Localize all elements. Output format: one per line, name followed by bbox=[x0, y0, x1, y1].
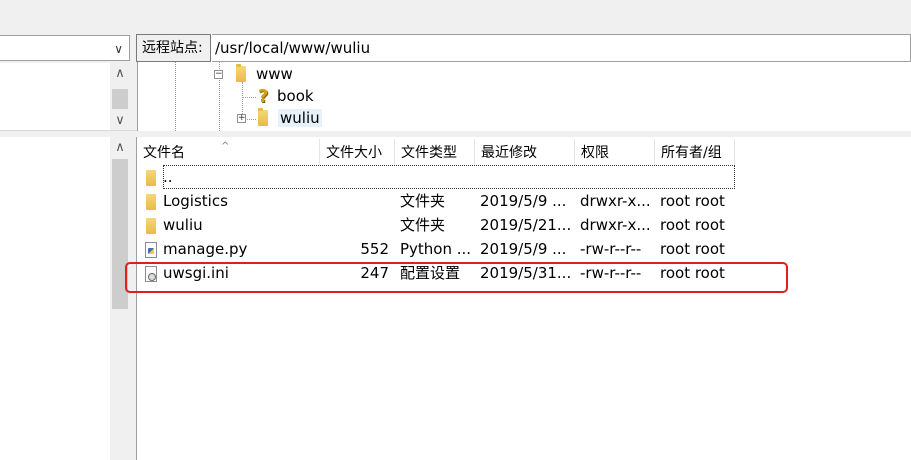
file-type: Python ... bbox=[400, 240, 472, 258]
column-header-row: ^ 文件名 文件大小 文件类型 最近修改 权限 所有者/组 bbox=[137, 139, 735, 165]
local-tree-scrollbar[interactable]: ∧ ∨ bbox=[110, 63, 130, 130]
file-name: wuliu bbox=[163, 216, 203, 234]
question-icon: ? bbox=[258, 85, 269, 107]
file-modified: 2019/5/21... bbox=[480, 216, 572, 234]
file-permissions: drwxr-x... bbox=[580, 216, 651, 234]
remote-site-bar: 远程站点: /usr/local/www/wuliu bbox=[136, 34, 911, 62]
highlight-annotation bbox=[125, 262, 788, 293]
column-header-owner[interactable]: 所有者/组 bbox=[655, 139, 735, 165]
file-name: Logistics bbox=[163, 192, 228, 210]
file-name: .. bbox=[163, 168, 173, 186]
folder-icon bbox=[146, 169, 156, 186]
local-path-combo[interactable]: ∨ bbox=[0, 35, 130, 61]
file-permissions: drwxr-x... bbox=[580, 192, 651, 210]
scrollbar-thumb[interactable] bbox=[112, 89, 128, 109]
column-header-size[interactable]: 文件大小 bbox=[320, 139, 395, 165]
sort-ascending-icon: ^ bbox=[221, 141, 230, 152]
tree-node-label: www bbox=[256, 65, 293, 83]
table-row[interactable]: wuliu 文件夹 2019/5/21... drwxr-x... root r… bbox=[137, 213, 737, 237]
column-header-type[interactable]: 文件类型 bbox=[395, 139, 475, 165]
local-list-scrollbar[interactable]: ∧ bbox=[110, 137, 130, 460]
file-type: 文件夹 bbox=[400, 192, 446, 210]
file-modified: 2019/5/9 ... bbox=[480, 192, 567, 210]
python-file-icon bbox=[145, 241, 157, 258]
tree-node-wuliu[interactable]: wuliu bbox=[258, 107, 322, 129]
expand-icon[interactable]: + bbox=[237, 114, 246, 123]
remote-file-list[interactable]: ^ 文件名 文件大小 文件类型 最近修改 权限 所有者/组 .. Logisti… bbox=[136, 137, 911, 460]
file-permissions: -rw-r--r-- bbox=[580, 240, 642, 258]
scroll-down-icon[interactable]: ∨ bbox=[110, 110, 130, 130]
file-modified: 2019/5/9 ... bbox=[480, 240, 567, 258]
table-row[interactable]: .. bbox=[146, 165, 735, 189]
file-size: 552 bbox=[360, 240, 389, 258]
folder-icon bbox=[146, 193, 156, 210]
remote-tree-pane[interactable]: − www ? book + wuliu bbox=[137, 62, 911, 131]
tree-node-www[interactable]: www bbox=[236, 63, 293, 85]
table-row[interactable]: Logistics 文件夹 2019/5/9 ... drwxr-x... ro… bbox=[137, 189, 737, 213]
tree-node-label: book bbox=[277, 87, 314, 105]
remote-site-label: 远程站点: bbox=[136, 34, 211, 62]
collapse-icon[interactable]: − bbox=[214, 70, 223, 79]
file-owner: root root bbox=[660, 240, 725, 258]
file-type: 文件夹 bbox=[400, 216, 446, 234]
horizontal-splitter[interactable] bbox=[0, 130, 911, 137]
scroll-up-icon[interactable]: ∧ bbox=[110, 63, 130, 83]
tree-node-label: wuliu bbox=[278, 109, 322, 127]
column-header-filename[interactable]: ^ 文件名 bbox=[137, 139, 320, 165]
column-header-permissions[interactable]: 权限 bbox=[575, 139, 655, 165]
file-owner: root root bbox=[660, 216, 725, 234]
folder-icon bbox=[146, 217, 156, 234]
remote-path-input[interactable]: /usr/local/www/wuliu bbox=[212, 34, 911, 62]
table-row[interactable]: manage.py 552 Python ... 2019/5/9 ... -r… bbox=[137, 237, 737, 261]
file-owner: root root bbox=[660, 192, 725, 210]
folder-icon bbox=[258, 108, 268, 126]
folder-icon bbox=[236, 64, 246, 82]
filezilla-window: ∨ ∧ ∨ ∧ 远程站点: /usr/local/www/wuliu − www… bbox=[0, 0, 911, 460]
file-name: manage.py bbox=[163, 240, 248, 258]
tree-node-book[interactable]: ? book bbox=[258, 85, 314, 107]
chevron-down-icon[interactable]: ∨ bbox=[114, 42, 123, 56]
scroll-up-icon[interactable]: ∧ bbox=[110, 137, 130, 157]
column-header-modified[interactable]: 最近修改 bbox=[475, 139, 575, 165]
